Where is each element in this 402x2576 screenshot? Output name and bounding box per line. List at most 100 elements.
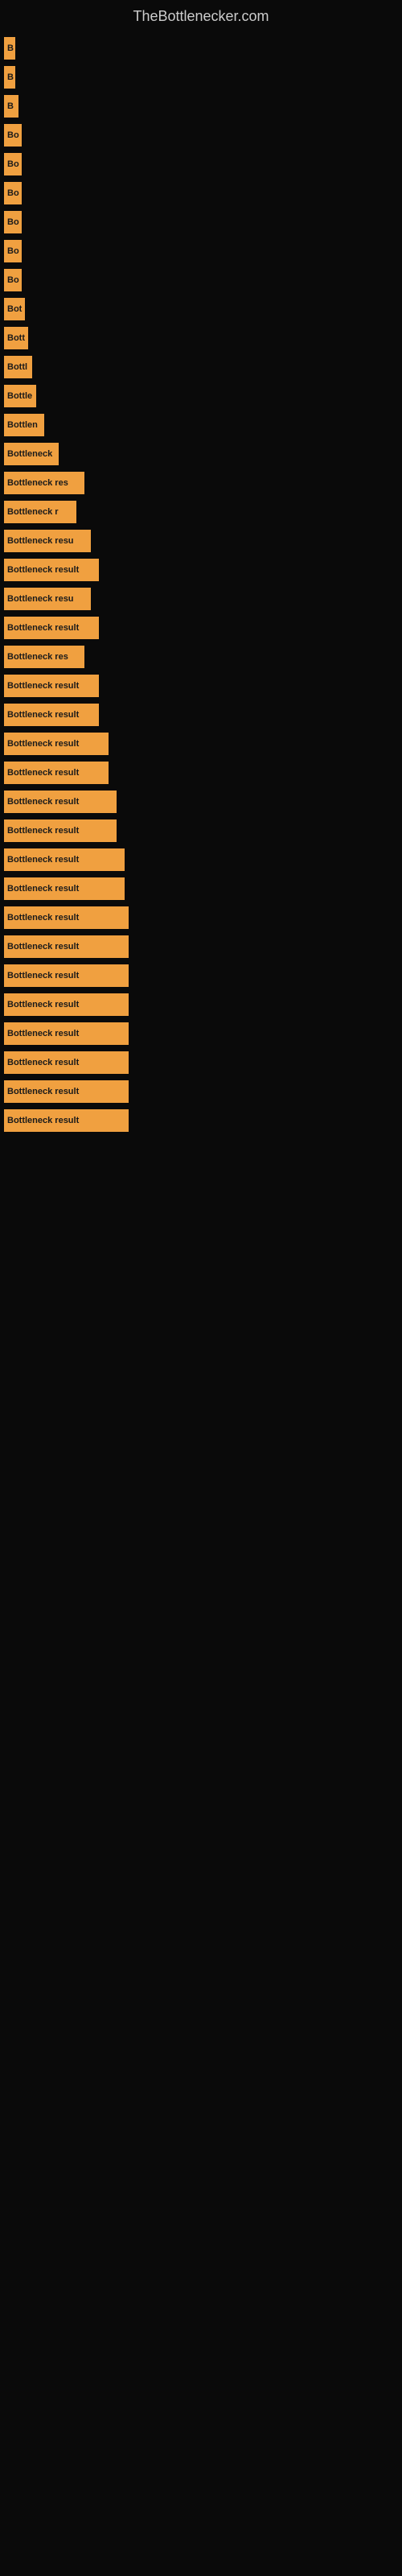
bar-label-23: Bottleneck result bbox=[7, 710, 79, 720]
bars-container: B B B Bo Bo Bo Bo Bo Bo Bot Bott Bottl Bottle Bottlen… bbox=[0, 37, 402, 1132]
bar-label-34: Bottleneck result bbox=[7, 1029, 79, 1038]
bar-label-25: Bottleneck result bbox=[7, 768, 79, 778]
bar-row: Bottleneck bbox=[0, 443, 402, 465]
bar-row: Bottle bbox=[0, 385, 402, 407]
bar-37: Bottleneck result bbox=[4, 1109, 129, 1132]
bar-label-16: Bottleneck r bbox=[7, 507, 59, 517]
bar-label-36: Bottleneck result bbox=[7, 1087, 79, 1096]
bar-label-9: Bot bbox=[7, 304, 22, 314]
bar-12: Bottle bbox=[4, 385, 36, 407]
bar-row: Bottleneck result bbox=[0, 964, 402, 987]
bar-0: B bbox=[4, 37, 15, 60]
bar-label-10: Bott bbox=[7, 333, 25, 343]
bar-row: Bottleneck resu bbox=[0, 588, 402, 610]
bar-11: Bottl bbox=[4, 356, 32, 378]
bar-row: Bottleneck result bbox=[0, 935, 402, 958]
bar-label-18: Bottleneck result bbox=[7, 565, 79, 575]
bar-27: Bottleneck result bbox=[4, 819, 117, 842]
site-title-container: TheBottlenecker.com bbox=[0, 0, 402, 37]
bar-18: Bottleneck result bbox=[4, 559, 99, 581]
bar-row: Bo bbox=[0, 211, 402, 233]
bar-1: B bbox=[4, 66, 15, 89]
bar-label-32: Bottleneck result bbox=[7, 971, 79, 980]
bar-label-4: Bo bbox=[7, 159, 19, 169]
bar-label-6: Bo bbox=[7, 217, 19, 227]
bar-label-3: Bo bbox=[7, 130, 19, 140]
bar-25: Bottleneck result bbox=[4, 762, 109, 784]
bar-label-7: Bo bbox=[7, 246, 19, 256]
bar-row: Bo bbox=[0, 124, 402, 147]
bar-row: Bottleneck result bbox=[0, 1051, 402, 1074]
bar-10: Bott bbox=[4, 327, 28, 349]
bar-label-0: B bbox=[7, 43, 14, 53]
bar-19: Bottleneck resu bbox=[4, 588, 91, 610]
bar-row: B bbox=[0, 95, 402, 118]
bar-row: Bottleneck res bbox=[0, 472, 402, 494]
bar-17: Bottleneck resu bbox=[4, 530, 91, 552]
bar-label-8: Bo bbox=[7, 275, 19, 285]
bar-14: Bottleneck bbox=[4, 443, 59, 465]
bar-label-33: Bottleneck result bbox=[7, 1000, 79, 1009]
bar-label-14: Bottleneck bbox=[7, 449, 52, 459]
bar-label-5: Bo bbox=[7, 188, 19, 198]
bar-row: Bottleneck result bbox=[0, 733, 402, 755]
bar-row: Bottleneck result bbox=[0, 675, 402, 697]
bar-label-22: Bottleneck result bbox=[7, 681, 79, 691]
bar-row: Bottleneck result bbox=[0, 993, 402, 1016]
bar-row: Bottleneck result bbox=[0, 1109, 402, 1132]
bar-row: Bo bbox=[0, 269, 402, 291]
bar-row: Bottleneck result bbox=[0, 1022, 402, 1045]
bar-label-11: Bottl bbox=[7, 362, 27, 372]
bar-label-28: Bottleneck result bbox=[7, 855, 79, 865]
bar-26: Bottleneck result bbox=[4, 791, 117, 813]
bar-row: Bottleneck result bbox=[0, 848, 402, 871]
bar-label-26: Bottleneck result bbox=[7, 797, 79, 807]
bar-label-37: Bottleneck result bbox=[7, 1116, 79, 1125]
bar-16: Bottleneck r bbox=[4, 501, 76, 523]
bar-8: Bo bbox=[4, 269, 22, 291]
bar-9: Bot bbox=[4, 298, 25, 320]
bar-34: Bottleneck result bbox=[4, 1022, 129, 1045]
bar-label-31: Bottleneck result bbox=[7, 942, 79, 952]
bar-2: B bbox=[4, 95, 18, 118]
bar-row: Bottleneck res bbox=[0, 646, 402, 668]
bar-row: Bottl bbox=[0, 356, 402, 378]
bar-label-35: Bottleneck result bbox=[7, 1058, 79, 1067]
bar-row: Bott bbox=[0, 327, 402, 349]
bar-24: Bottleneck result bbox=[4, 733, 109, 755]
bar-label-2: B bbox=[7, 101, 14, 111]
site-title: TheBottlenecker.com bbox=[0, 0, 402, 37]
bar-row: Bottleneck r bbox=[0, 501, 402, 523]
bar-23: Bottleneck result bbox=[4, 704, 99, 726]
bar-row: Bo bbox=[0, 182, 402, 204]
bar-row: Bottleneck result bbox=[0, 762, 402, 784]
bar-row: Bottleneck result bbox=[0, 559, 402, 581]
bar-row: Bo bbox=[0, 153, 402, 175]
bar-row: Bottleneck result bbox=[0, 877, 402, 900]
bar-label-12: Bottle bbox=[7, 391, 32, 401]
bar-28: Bottleneck result bbox=[4, 848, 125, 871]
bar-5: Bo bbox=[4, 182, 22, 204]
bar-32: Bottleneck result bbox=[4, 964, 129, 987]
bar-20: Bottleneck result bbox=[4, 617, 99, 639]
bar-label-24: Bottleneck result bbox=[7, 739, 79, 749]
bar-row: Bottleneck result bbox=[0, 617, 402, 639]
bar-label-1: B bbox=[7, 72, 14, 82]
bar-30: Bottleneck result bbox=[4, 906, 129, 929]
bar-row: B bbox=[0, 66, 402, 89]
bar-36: Bottleneck result bbox=[4, 1080, 129, 1103]
bar-row: Bottleneck result bbox=[0, 1080, 402, 1103]
bar-22: Bottleneck result bbox=[4, 675, 99, 697]
bar-row: Bottlen bbox=[0, 414, 402, 436]
bar-label-13: Bottlen bbox=[7, 420, 38, 430]
bar-label-17: Bottleneck resu bbox=[7, 536, 74, 546]
bar-row: Bo bbox=[0, 240, 402, 262]
bar-6: Bo bbox=[4, 211, 22, 233]
bar-row: Bottleneck result bbox=[0, 704, 402, 726]
bar-15: Bottleneck res bbox=[4, 472, 84, 494]
bar-label-27: Bottleneck result bbox=[7, 826, 79, 836]
bar-7: Bo bbox=[4, 240, 22, 262]
bar-row: Bottleneck result bbox=[0, 819, 402, 842]
bar-label-15: Bottleneck res bbox=[7, 478, 68, 488]
bar-29: Bottleneck result bbox=[4, 877, 125, 900]
